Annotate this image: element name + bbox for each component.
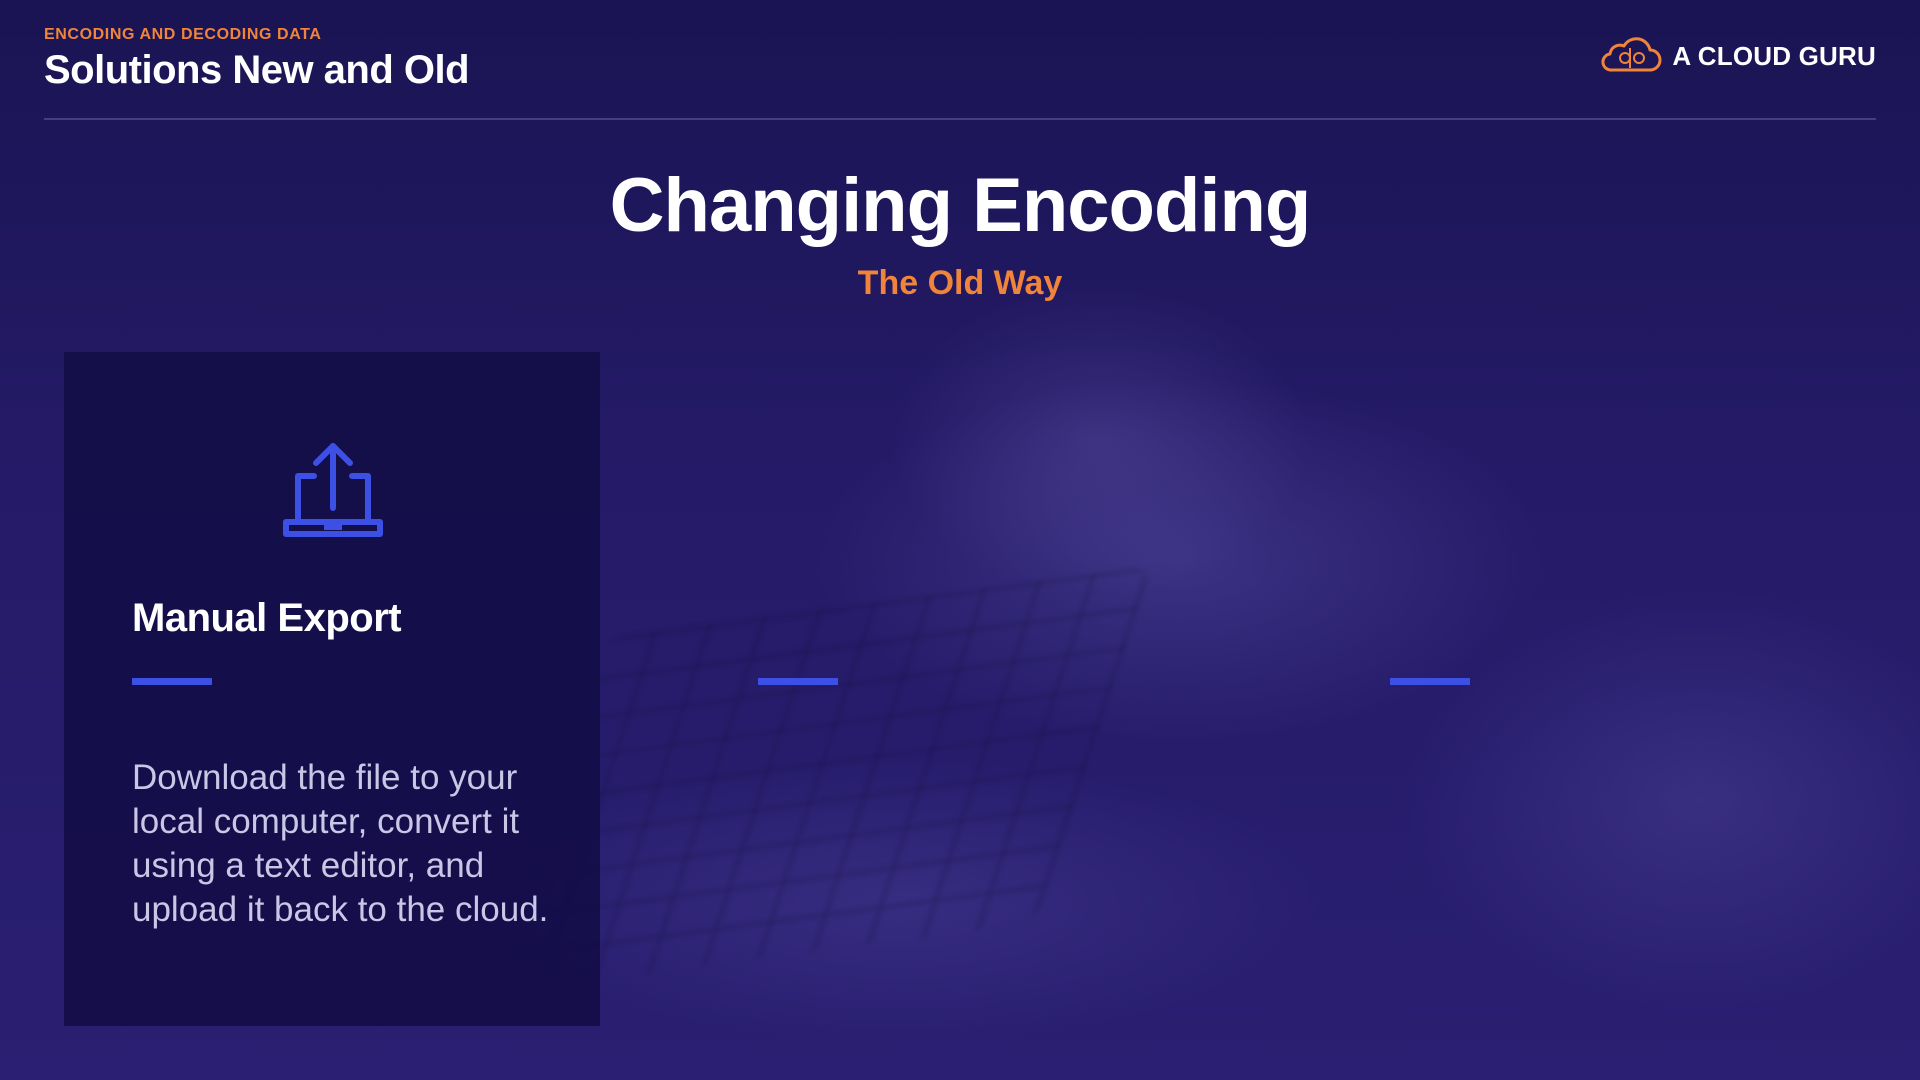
card-description: Download the file to your local computer… (132, 758, 549, 929)
section-eyebrow: ENCODING AND DECODING DATA (44, 26, 322, 43)
placeholder-dash-3 (1390, 678, 1470, 685)
header-divider (44, 118, 1876, 120)
laptop-upload-icon (283, 443, 383, 537)
cloud-logo-icon (1601, 37, 1662, 72)
slide-subtitle: The Old Way (857, 264, 1063, 302)
section-title: Solutions New and Old (44, 48, 470, 92)
brand-logo: A CLOUD GURU (1598, 36, 1876, 76)
slide-title: Changing Encoding (609, 163, 1312, 248)
manual-export-card: Manual Export Download the file to your … (64, 352, 600, 1026)
card-dash (132, 678, 212, 685)
brand-name: A CLOUD GURU (1672, 40, 1876, 71)
placeholder-dash-2 (758, 678, 838, 685)
slide-header: ENCODING AND DECODING DATA Solutions New… (44, 26, 470, 93)
card-title: Manual Export (132, 596, 402, 640)
